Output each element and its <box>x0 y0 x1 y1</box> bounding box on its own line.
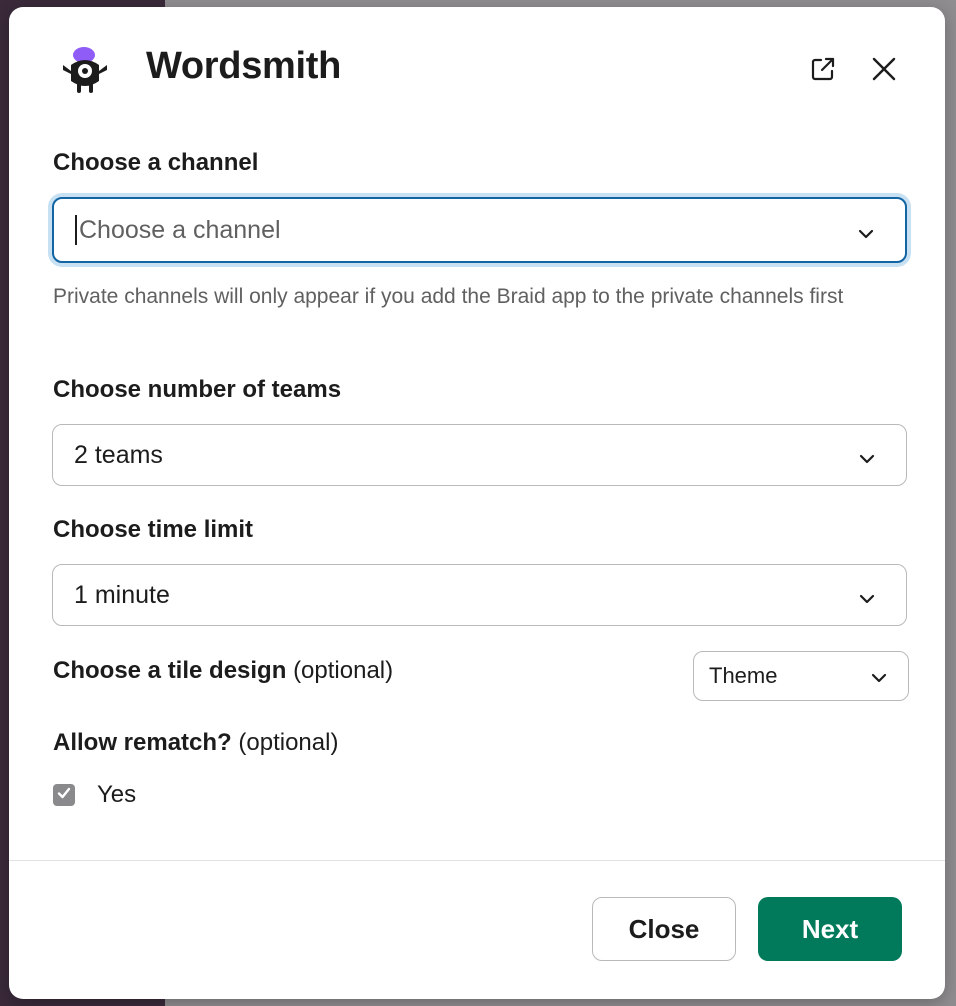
rematch-option-label[interactable]: Yes <box>97 781 136 809</box>
wordsmith-monster-icon <box>57 43 113 99</box>
close-icon <box>870 55 898 88</box>
footer-divider <box>9 860 945 861</box>
chevron-down-icon <box>858 586 876 604</box>
modal-header: Wordsmith <box>9 7 945 131</box>
chevron-down-icon <box>857 221 875 239</box>
tile-design-value: Theme <box>709 663 778 688</box>
time-limit-select[interactable]: 1 minute <box>52 564 907 626</box>
checkmark-icon <box>56 785 72 806</box>
time-limit-label: Choose time limit <box>53 516 254 543</box>
channel-select[interactable]: Choose a channel <box>52 197 907 263</box>
rematch-checkbox[interactable] <box>53 784 75 806</box>
close-modal-button[interactable] <box>864 51 904 91</box>
teams-label: Choose number of teams <box>53 376 342 403</box>
channel-label: Choose a channel <box>53 149 259 176</box>
teams-value: 2 teams <box>74 440 163 469</box>
rematch-label: Allow rematch? (optional) <box>53 729 338 757</box>
channel-hint: Private channels will only appear if you… <box>53 285 844 308</box>
wordsmith-modal: Wordsmith Choose a channel Choose a chan… <box>9 7 945 999</box>
tile-design-label: Choose a tile design (optional) <box>53 657 393 685</box>
time-limit-value: 1 minute <box>74 580 170 609</box>
rematch-optional: (optional) <box>238 729 339 756</box>
open-external-icon <box>808 54 838 89</box>
channel-placeholder: Choose a channel <box>79 215 281 244</box>
text-caret <box>75 215 77 245</box>
rematch-label-text: Allow rematch? <box>53 729 232 756</box>
close-button[interactable]: Close <box>592 897 736 961</box>
teams-select[interactable]: 2 teams <box>52 424 907 486</box>
chevron-down-icon <box>870 667 888 685</box>
tile-design-label-text: Choose a tile design <box>53 657 287 684</box>
next-button[interactable]: Next <box>758 897 902 961</box>
app-title: Wordsmith <box>146 45 342 87</box>
chevron-down-icon <box>858 446 876 464</box>
open-external-button[interactable] <box>803 51 843 91</box>
tile-design-optional: (optional) <box>293 657 394 684</box>
tile-design-select[interactable]: Theme <box>693 651 909 701</box>
